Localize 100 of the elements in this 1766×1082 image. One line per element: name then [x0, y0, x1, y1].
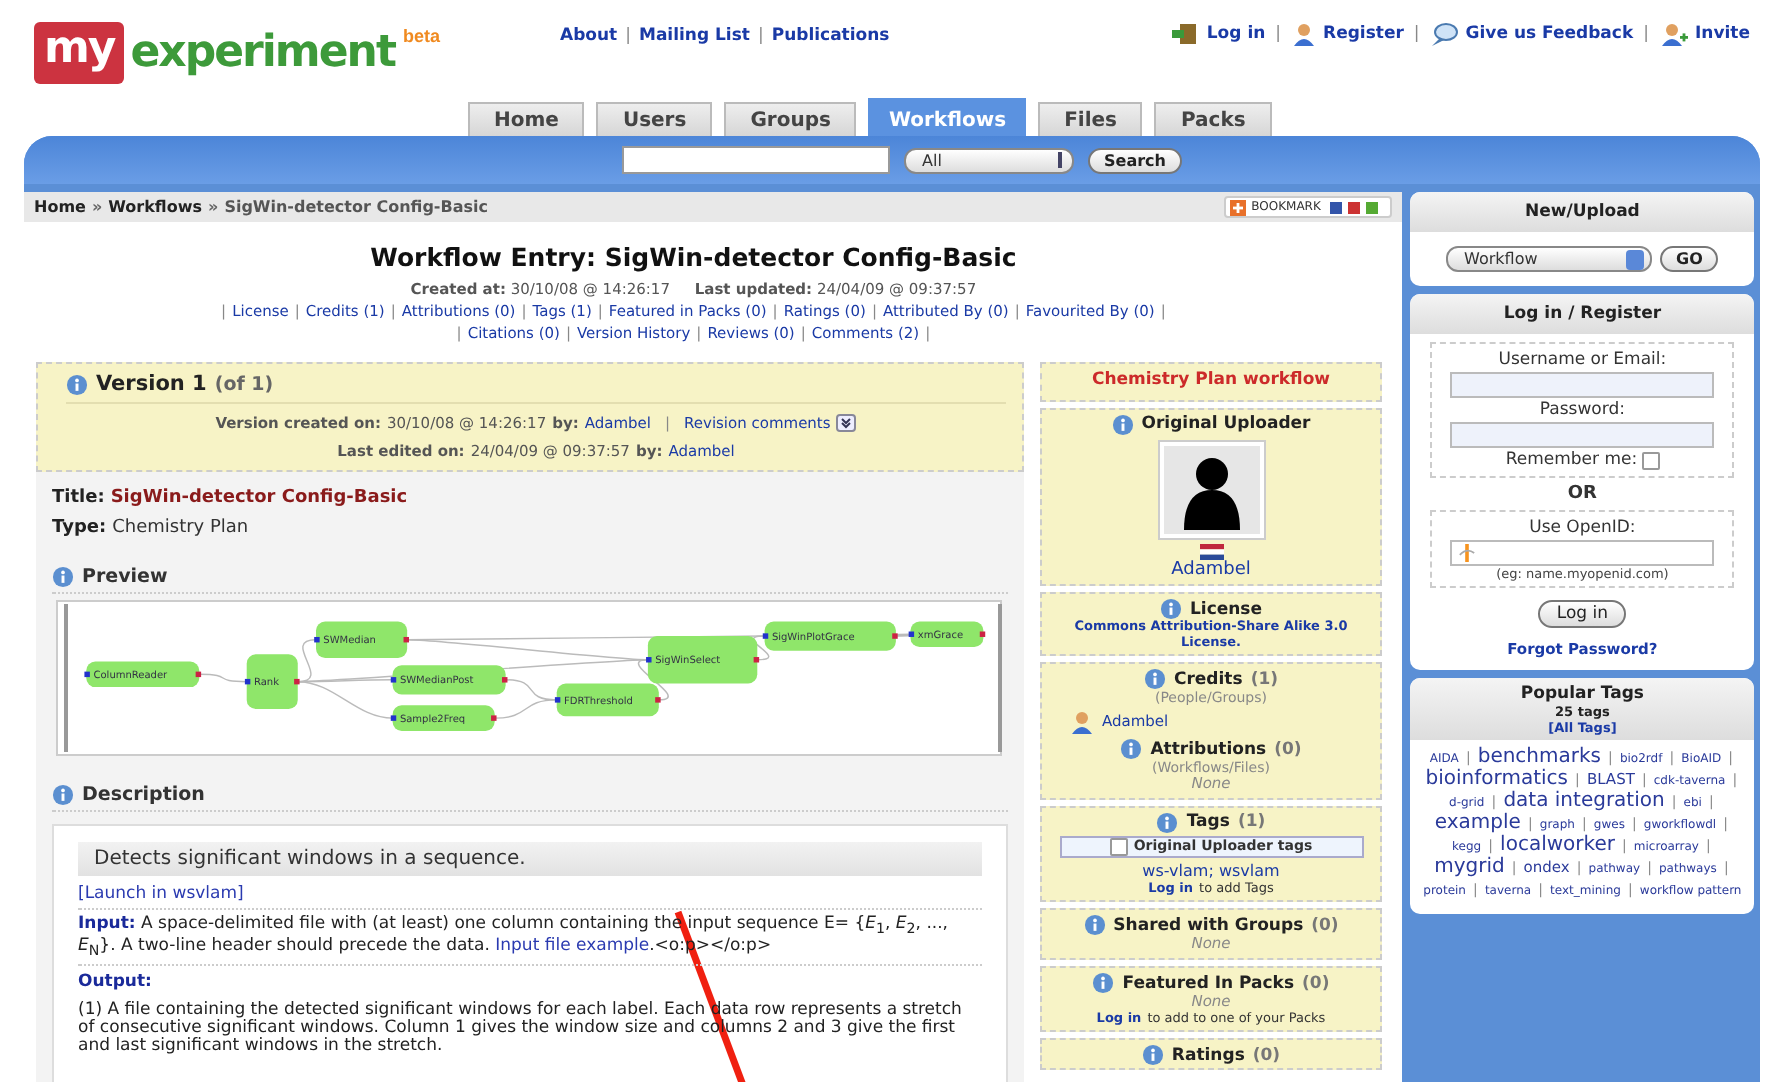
section-heading: Description — [82, 784, 205, 806]
tag-link[interactable]: localworker — [1500, 834, 1615, 856]
openid-icon — [1458, 544, 1477, 562]
nav-tab[interactable]: Packs — [1154, 102, 1272, 136]
field-label: Remember me: — [1505, 450, 1638, 470]
breadcrumb-current: SigWin-detector Config-Basic — [224, 198, 488, 216]
expand-icon[interactable] — [836, 414, 857, 432]
nav-link[interactable]: About — [559, 26, 618, 46]
box-heading: Ratings — [1171, 1045, 1245, 1066]
account-link[interactable]: Register — [1291, 22, 1404, 46]
box-heading: Shared with Groups — [1113, 915, 1304, 936]
or-divider: OR — [1567, 484, 1597, 504]
info-icon — [1141, 1044, 1164, 1067]
page-title: Workflow Entry: SigWin-detector Config-Basic — [368, 242, 1019, 272]
output-label: Output: — [78, 964, 982, 993]
nav-tab[interactable]: Home — [468, 102, 585, 136]
tag-link[interactable]: mygrid — [1434, 856, 1505, 878]
info-icon — [52, 784, 74, 806]
box-heading: Credits — [1173, 669, 1243, 690]
info-icon — [1143, 668, 1166, 691]
info-icon — [52, 566, 74, 588]
field-label: Password: — [1539, 400, 1625, 420]
remember-checkbox[interactable] — [1641, 451, 1660, 469]
panel-heading: Popular Tags — [1518, 684, 1646, 704]
info-icon — [1092, 972, 1115, 995]
tag-link[interactable]: example — [1434, 812, 1521, 834]
account-link[interactable]: Log in — [1170, 22, 1266, 46]
upload-type-select[interactable]: Workflow — [1446, 246, 1653, 272]
info-icon — [1120, 738, 1143, 761]
box-heading: License — [1189, 599, 1262, 620]
search-button[interactable]: Search — [1088, 147, 1182, 173]
stepper-icon — [1626, 249, 1645, 269]
link-separator: | — [1643, 24, 1649, 44]
description-summary: Detects significant windows in a sequence. — [78, 842, 982, 876]
box-heading: Attributions — [1150, 739, 1267, 760]
link-separator: | — [1413, 24, 1420, 44]
nav-link[interactable]: Publications — [771, 26, 890, 46]
count-label: (0) — [1311, 915, 1339, 936]
username-field[interactable] — [1450, 372, 1715, 398]
person-icon — [1291, 22, 1316, 46]
link-separator: | — [1275, 24, 1282, 44]
count-label: (0) — [1252, 1045, 1281, 1066]
count-label: (0) — [1274, 739, 1302, 760]
plus-icon — [1229, 199, 1246, 215]
box-heading: Original Uploader — [1141, 414, 1311, 435]
link-separator: | — [757, 26, 764, 46]
speech-bubble-icon — [1429, 22, 1458, 46]
password-field[interactable] — [1450, 422, 1715, 448]
field-label: Title: — [52, 488, 105, 508]
person-plus-icon — [1659, 22, 1687, 46]
flag-icon — [1199, 543, 1223, 560]
workflow-title: SigWin-detector Config-Basic — [110, 488, 408, 508]
stepper-icon — [1054, 152, 1067, 168]
checkbox[interactable] — [1109, 837, 1128, 856]
panel-heading: Log in / Register — [1410, 294, 1754, 334]
login-button[interactable]: Log in — [1538, 600, 1627, 628]
info-icon — [1159, 598, 1182, 621]
nav-tab[interactable]: Files — [1038, 102, 1143, 136]
version-count: (of 1) — [214, 373, 274, 395]
beta-label: beta — [402, 26, 440, 46]
launch-link[interactable]: [Launch in wsvlam] — [78, 884, 982, 910]
info-icon — [1083, 914, 1106, 937]
nav-tab[interactable]: Users — [596, 102, 713, 136]
field-label: Use OpenID: — [1529, 518, 1636, 538]
account-link[interactable]: Give us Feedback — [1429, 22, 1634, 46]
panel-heading: New/Upload — [1410, 192, 1754, 232]
breadcrumb-link[interactable]: Workflows — [108, 198, 203, 216]
box-heading: Featured In Packs — [1122, 973, 1295, 994]
account-link[interactable]: Invite — [1659, 22, 1750, 46]
tag-link[interactable]: data integration — [1503, 790, 1665, 812]
nav-link[interactable]: Mailing List — [638, 26, 750, 46]
box-heading: Tags — [1186, 812, 1230, 833]
tag-link[interactable]: benchmarks — [1477, 746, 1601, 768]
door-icon — [1170, 22, 1199, 46]
breadcrumb-link[interactable]: Home — [34, 198, 86, 216]
breadcrumb-separator: » — [91, 198, 103, 216]
field-label: Type: — [52, 518, 107, 538]
info-icon — [1156, 811, 1179, 834]
category-select[interactable]: All — [904, 147, 1075, 173]
workflow-type: Chemistry Plan — [112, 518, 249, 538]
info-icon — [66, 373, 88, 395]
count-label: (1) — [1237, 812, 1266, 833]
nav-tab[interactable]: Groups — [724, 102, 857, 136]
tag-link[interactable]: bioinformatics — [1425, 768, 1568, 790]
go-button[interactable]: GO — [1660, 246, 1719, 272]
logo-mark[interactable]: my — [34, 22, 125, 84]
openid-field[interactable] — [1450, 540, 1715, 566]
uploader-link[interactable]: Adambel — [1171, 559, 1251, 581]
workflow-type-badge: Chemistry Plan workflow — [1040, 362, 1382, 402]
link-separator: | — [625, 26, 631, 46]
breadcrumb-separator: » — [208, 198, 219, 216]
section-heading: Preview — [82, 566, 168, 588]
tag-link[interactable]: ws-vlam; wsvlam — [1142, 861, 1280, 881]
search-field[interactable] — [622, 146, 891, 174]
person-icon — [1070, 710, 1094, 735]
example-link[interactable]: Input file example — [495, 935, 650, 956]
count-label: (0) — [1302, 973, 1330, 994]
logo-wordmark[interactable]: experiment — [130, 25, 395, 81]
info-icon — [1111, 413, 1134, 436]
field-label: Username or Email: — [1498, 350, 1667, 370]
